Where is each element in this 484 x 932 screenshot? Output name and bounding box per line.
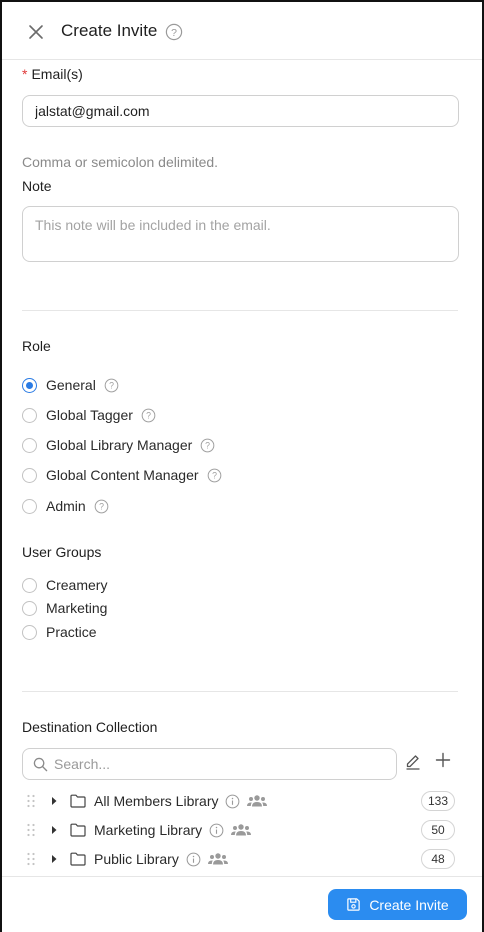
search-icon [33,757,48,771]
role-option-admin[interactable]: Admin ? [22,496,109,516]
svg-text:?: ? [205,440,210,450]
collection-search[interactable] [22,748,397,780]
folder-icon [70,852,86,866]
user-group-label: Marketing [46,600,108,616]
role-option-label: Global Tagger [46,407,133,423]
svg-text:?: ? [171,27,177,39]
svg-text:?: ? [212,470,217,480]
svg-text:?: ? [109,380,114,390]
user-group-creamery[interactable]: Creamery [22,575,107,595]
note-field[interactable] [22,206,459,262]
edit-icon[interactable] [404,753,422,771]
radio-button[interactable] [22,624,37,640]
radio-button[interactable] [22,437,37,453]
divider [22,691,458,692]
svg-text:?: ? [99,501,104,511]
help-icon[interactable]: ? [141,408,156,423]
help-icon[interactable]: ? [94,499,109,514]
divider [22,310,458,311]
drag-handle-icon[interactable] [26,823,36,837]
required-marker: * [22,66,28,82]
info-icon[interactable] [186,852,201,867]
user-groups-label: User Groups [22,544,102,560]
save-icon [347,898,361,911]
add-icon[interactable] [434,751,452,769]
role-label: Role [22,338,51,354]
count-badge: 50 [421,820,455,840]
radio-button[interactable] [22,407,37,423]
group-icon [247,795,268,807]
svg-text:?: ? [146,410,151,420]
create-invite-button-label: Create Invite [369,896,449,913]
user-group-label: Practice [46,624,97,640]
user-group-marketing[interactable]: Marketing [22,598,107,618]
caret-right-icon[interactable] [50,825,58,835]
user-group-practice[interactable]: Practice [22,622,97,642]
note-label: Note [22,178,52,194]
role-option-global-library-manager[interactable]: Global Library Manager ? [22,435,215,455]
create-invite-button[interactable]: Create Invite [328,889,467,920]
collection-row-public-library[interactable]: Public Library 48 [26,847,458,871]
help-icon[interactable]: ? [200,438,215,453]
group-icon [207,853,228,865]
email-label: * Email(s) [22,66,83,82]
radio-button[interactable] [22,498,37,514]
folder-icon [70,794,86,808]
search-input[interactable] [54,756,374,772]
collection-name: Public Library [94,851,179,867]
help-icon[interactable]: ? [104,378,119,393]
role-option-label: Global Library Manager [46,437,193,453]
info-icon[interactable] [225,794,240,809]
info-icon[interactable] [209,823,224,838]
email-field[interactable] [22,95,459,127]
page-title: Create Invite [61,21,158,40]
radio-button[interactable] [22,600,37,616]
panel-header: Create Invite ? [2,2,482,60]
drag-handle-icon[interactable] [26,852,36,866]
radio-button[interactable] [22,377,37,393]
close-icon[interactable] [26,22,46,42]
drag-handle-icon[interactable] [26,794,36,808]
role-option-global-content-manager[interactable]: Global Content Manager ? [22,465,222,485]
caret-right-icon[interactable] [50,854,58,864]
count-badge: 48 [421,849,455,869]
radio-button[interactable] [22,577,37,593]
role-option-label: Admin [46,498,86,514]
caret-right-icon[interactable] [50,796,58,806]
count-badge: 133 [420,791,455,811]
create-invite-panel: Create Invite ? *Email(s) Comma or semic… [0,0,484,932]
collection-row-all-members-library[interactable]: All Members Library 133 [26,789,458,813]
role-option-general[interactable]: General ? [22,375,119,395]
help-icon[interactable]: ? [207,468,222,483]
role-option-label: Global Content Manager [46,467,199,483]
help-icon[interactable]: ? [165,23,183,41]
collection-name: Marketing Library [94,822,203,838]
collection-row-marketing-library[interactable]: Marketing Library 50 [26,818,458,842]
role-option-label: General [46,377,96,393]
role-option-global-tagger[interactable]: Global Tagger ? [22,405,156,425]
destination-collection-label: Destination Collection [22,719,158,735]
email-label-text: Email(s) [31,66,83,82]
group-icon [231,824,252,836]
radio-button[interactable] [22,467,37,483]
user-group-label: Creamery [46,577,108,593]
folder-icon [70,823,86,837]
email-hint: Comma or semicolon delimited. [22,154,219,170]
collection-name: All Members Library [94,793,219,809]
